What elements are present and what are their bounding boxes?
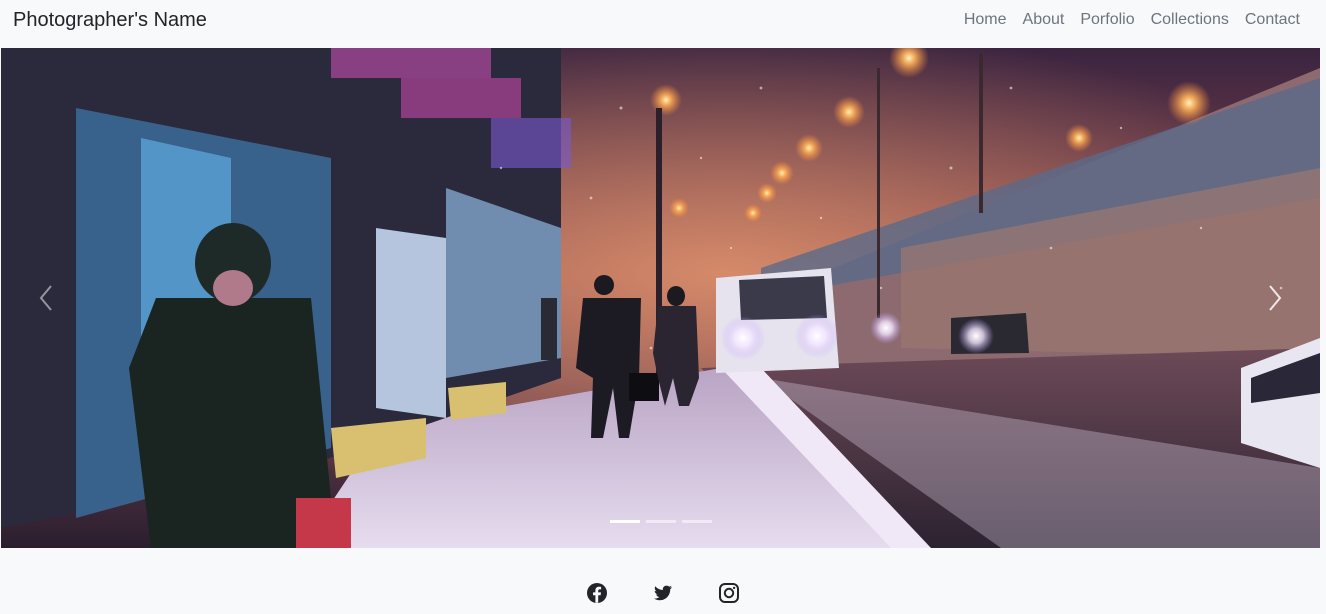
chevron-right-icon bbox=[1269, 285, 1282, 311]
brand-link[interactable]: Photographer's Name bbox=[13, 9, 207, 32]
instagram-icon bbox=[719, 583, 739, 603]
carousel-indicator-1[interactable] bbox=[609, 520, 640, 523]
social-links bbox=[0, 582, 1326, 604]
nav-link-contact[interactable]: Contact bbox=[1245, 11, 1300, 29]
navbar: Photographer's Name Home About Porfolio … bbox=[0, 0, 1326, 48]
carousel-indicator-3[interactable] bbox=[681, 520, 712, 523]
carousel-next-button[interactable] bbox=[1230, 48, 1320, 548]
chevron-left-icon bbox=[39, 285, 52, 311]
instagram-link[interactable] bbox=[718, 582, 740, 604]
carousel-indicators bbox=[1, 520, 1320, 523]
twitter-icon bbox=[654, 585, 672, 601]
nav-link-about[interactable]: About bbox=[1023, 11, 1065, 29]
nav-link-portfolio[interactable]: Porfolio bbox=[1080, 11, 1134, 29]
carousel-prev-button[interactable] bbox=[1, 48, 91, 548]
carousel-indicator-2[interactable] bbox=[645, 520, 676, 523]
hero-carousel bbox=[1, 48, 1320, 548]
facebook-link[interactable] bbox=[586, 582, 608, 604]
twitter-link[interactable] bbox=[652, 582, 674, 604]
nav-link-home[interactable]: Home bbox=[964, 11, 1007, 29]
footer bbox=[0, 548, 1326, 614]
facebook-icon bbox=[587, 583, 607, 603]
nav-links: Home About Porfolio Collections Contact bbox=[964, 11, 1300, 29]
carousel-slide-image bbox=[1, 48, 1320, 548]
nav-link-collections[interactable]: Collections bbox=[1151, 11, 1229, 29]
